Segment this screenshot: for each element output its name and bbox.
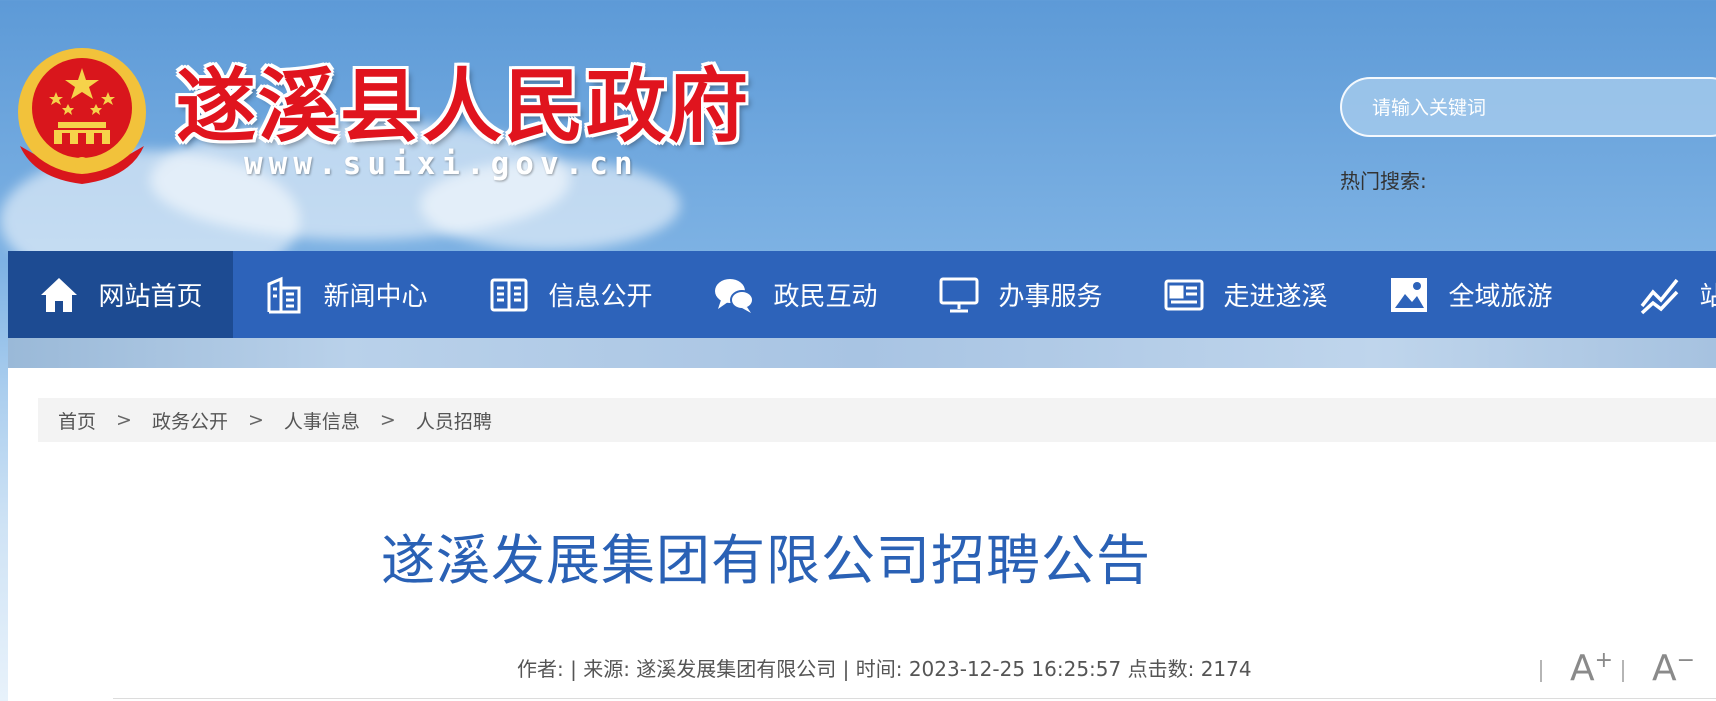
search-box [1340,77,1716,137]
site-url: www.suixi.gov.cn [244,146,639,182]
breadcrumb-home[interactable]: 首页 [58,407,96,434]
breadcrumb-recruitment[interactable]: 人员招聘 [416,407,492,434]
nav-item-site-group[interactable]: 站群 [1583,251,1716,338]
chat-bubbles-icon [713,274,755,316]
nav-item-tourism[interactable]: 全域旅游 [1358,251,1583,338]
font-decrease-button[interactable]: A− [1652,648,1695,689]
nav-item-info-open[interactable]: 信息公开 [458,251,683,338]
breadcrumb-gov-affairs[interactable]: 政务公开 [152,407,228,434]
home-icon [38,274,80,316]
breadcrumb-separator: > [247,409,264,431]
breadcrumb-separator: > [379,409,396,431]
search-input[interactable] [1370,79,1704,137]
divider [1622,660,1624,682]
picture-icon [1388,274,1430,316]
article-title: 遂溪发展集团有限公司招聘公告 [381,529,1151,592]
font-decrease-letter: A [1652,648,1677,689]
nav-item-about[interactable]: 走进遂溪 [1133,251,1358,338]
font-increase-letter: A [1570,648,1595,689]
font-decrease-sign: − [1676,648,1696,673]
news-building-icon [263,274,305,316]
banner-strip [8,338,1716,368]
main-nav: 网站首页 新闻中心 信息公开 政民互动 办事服务 走进遂溪 全域旅游 站 [8,251,1716,338]
national-emblem-icon [14,46,150,188]
trend-chart-icon [1639,274,1681,316]
nav-item-label: 网站首页 [98,282,203,312]
hot-search-label: 热门搜索: [1340,169,1427,193]
meta-divider-line [113,698,1716,699]
nav-item-services[interactable]: 办事服务 [908,251,1133,338]
breadcrumb-personnel[interactable]: 人事信息 [284,407,360,434]
nav-item-label: 政民互动 [773,282,878,312]
article-meta: 作者: | 来源: 遂溪发展集团有限公司 | 时间: 2023-12-25 16… [517,657,1252,681]
nav-item-label: 办事服务 [998,282,1103,312]
nav-item-label: 信息公开 [548,282,653,312]
font-increase-sign: + [1594,648,1614,673]
nav-item-label: 全域旅游 [1448,282,1553,312]
site-header: 遂溪县人民政府 www.suixi.gov.cn 热门搜索: [0,0,1716,250]
site-title: 遂溪县人民政府 [176,59,750,153]
nav-item-interaction[interactable]: 政民互动 [683,251,908,338]
nav-item-label: 走进遂溪 [1223,282,1328,312]
nav-item-home[interactable]: 网站首页 [8,251,233,338]
newspaper-icon [1163,274,1205,316]
open-book-icon [488,274,530,316]
nav-item-label: 站群 [1699,282,1716,312]
breadcrumb: 首页 > 政务公开 > 人事信息 > 人员招聘 [38,398,1716,442]
main-content: 首页 > 政务公开 > 人事信息 > 人员招聘 遂溪发展集团有限公司招聘公告 作… [8,368,1716,701]
breadcrumb-separator: > [116,409,132,431]
monitor-icon [938,274,980,316]
nav-item-label: 新闻中心 [323,282,428,312]
nav-item-news[interactable]: 新闻中心 [233,251,458,338]
font-increase-button[interactable]: A+ [1570,648,1613,689]
divider [1540,660,1542,682]
